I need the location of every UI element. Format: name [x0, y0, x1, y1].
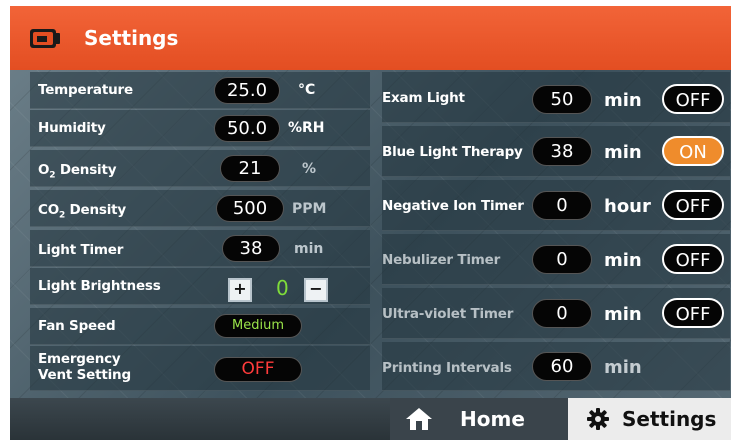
light-brightness-row: Light Brightness + 0 −: [30, 268, 370, 305]
ultraviolet-row: Ultra-violet Timer 0 min OFF: [382, 288, 730, 339]
blue-light-unit: min: [604, 142, 642, 163]
temperature-value[interactable]: 25.0: [214, 77, 280, 104]
o2-density-row: O2 Density 21 %: [30, 150, 370, 187]
negative-ion-row: Negative Ion Timer 0 hour OFF: [382, 180, 730, 231]
fan-speed-row: Fan Speed Medium: [30, 308, 370, 345]
o2-density-value[interactable]: 21: [220, 155, 280, 182]
emergency-vent-label: Emergency Vent Setting: [38, 351, 131, 383]
humidity-value[interactable]: 50.0: [214, 115, 280, 142]
nebulizer-label: Nebulizer Timer: [382, 252, 501, 268]
humidity-row: Humidity 50.0 %RH: [30, 110, 370, 147]
temperature-unit: °C: [298, 82, 316, 98]
nebulizer-row: Nebulizer Timer 0 min OFF: [382, 234, 730, 285]
nebulizer-value[interactable]: 0: [532, 245, 592, 274]
light-brightness-label: Light Brightness: [38, 278, 161, 294]
humidity-unit: %RH: [288, 120, 325, 136]
temperature-label: Temperature: [38, 82, 133, 98]
settings-screen: Settings Temperature 25.0 °C Humidity 50…: [0, 0, 737, 440]
printing-intervals-unit: min: [604, 357, 642, 378]
light-timer-unit: min: [294, 241, 324, 257]
emergency-vent-toggle[interactable]: OFF: [214, 357, 302, 382]
tab-home[interactable]: Home: [390, 398, 568, 440]
co2-density-label: CO2 Density: [38, 202, 127, 221]
negative-ion-value[interactable]: 0: [532, 191, 592, 220]
settings-panel: Temperature 25.0 °C Humidity 50.0 %RH O2…: [10, 70, 731, 400]
co2-density-row: CO2 Density 500 PPM: [30, 190, 370, 227]
printing-intervals-row: Printing Intervals 60 min: [382, 342, 730, 391]
light-timer-value[interactable]: 38: [222, 235, 280, 262]
co2-density-unit: PPM: [292, 201, 327, 217]
gear-icon: [587, 408, 609, 430]
light-timer-row: Light Timer 38 min: [30, 230, 370, 267]
emergency-vent-row: Emergency Vent Setting OFF: [30, 346, 370, 391]
blue-light-label: Blue Light Therapy: [382, 144, 523, 160]
brightness-decrease-button[interactable]: −: [304, 278, 328, 302]
light-timer-label: Light Timer: [38, 242, 124, 258]
video-camera-icon: [30, 29, 60, 48]
ultraviolet-unit: min: [604, 304, 642, 325]
fan-speed-label: Fan Speed: [38, 318, 116, 334]
tab-home-label: Home: [460, 407, 525, 431]
blue-light-row: Blue Light Therapy 38 min ON: [382, 126, 730, 177]
printing-intervals-label: Printing Intervals: [382, 360, 512, 376]
title-bar: Settings: [10, 6, 731, 70]
exam-light-label: Exam Light: [382, 90, 465, 106]
ultraviolet-toggle[interactable]: OFF: [662, 298, 724, 328]
printing-intervals-value[interactable]: 60: [532, 352, 592, 381]
exam-light-unit: min: [604, 90, 642, 111]
blue-light-toggle[interactable]: ON: [662, 136, 724, 166]
home-icon: [406, 408, 432, 430]
brightness-value: 0: [276, 276, 289, 300]
brightness-increase-button[interactable]: +: [228, 278, 252, 302]
blue-light-value[interactable]: 38: [532, 137, 592, 166]
exam-light-value[interactable]: 50: [532, 85, 592, 114]
humidity-label: Humidity: [38, 120, 106, 136]
exam-light-row: Exam Light 50 min OFF: [382, 72, 730, 123]
negative-ion-unit: hour: [604, 196, 651, 217]
ultraviolet-label: Ultra-violet Timer: [382, 306, 514, 322]
o2-density-label: O2 Density: [38, 162, 117, 181]
nebulizer-toggle[interactable]: OFF: [662, 244, 724, 274]
ultraviolet-value[interactable]: 0: [532, 299, 592, 328]
tab-settings-label: Settings: [622, 407, 717, 431]
nebulizer-unit: min: [604, 250, 642, 271]
negative-ion-label: Negative Ion Timer: [382, 198, 524, 214]
temperature-row: Temperature 25.0 °C: [30, 72, 370, 109]
negative-ion-toggle[interactable]: OFF: [662, 190, 724, 220]
exam-light-toggle[interactable]: OFF: [662, 84, 724, 114]
fan-speed-value[interactable]: Medium: [214, 314, 302, 338]
co2-density-value[interactable]: 500: [216, 195, 284, 222]
page-title: Settings: [84, 26, 179, 50]
tab-settings[interactable]: Settings: [568, 398, 731, 440]
o2-density-unit: %: [302, 161, 317, 177]
bottom-nav: Home Settings: [0, 398, 737, 440]
